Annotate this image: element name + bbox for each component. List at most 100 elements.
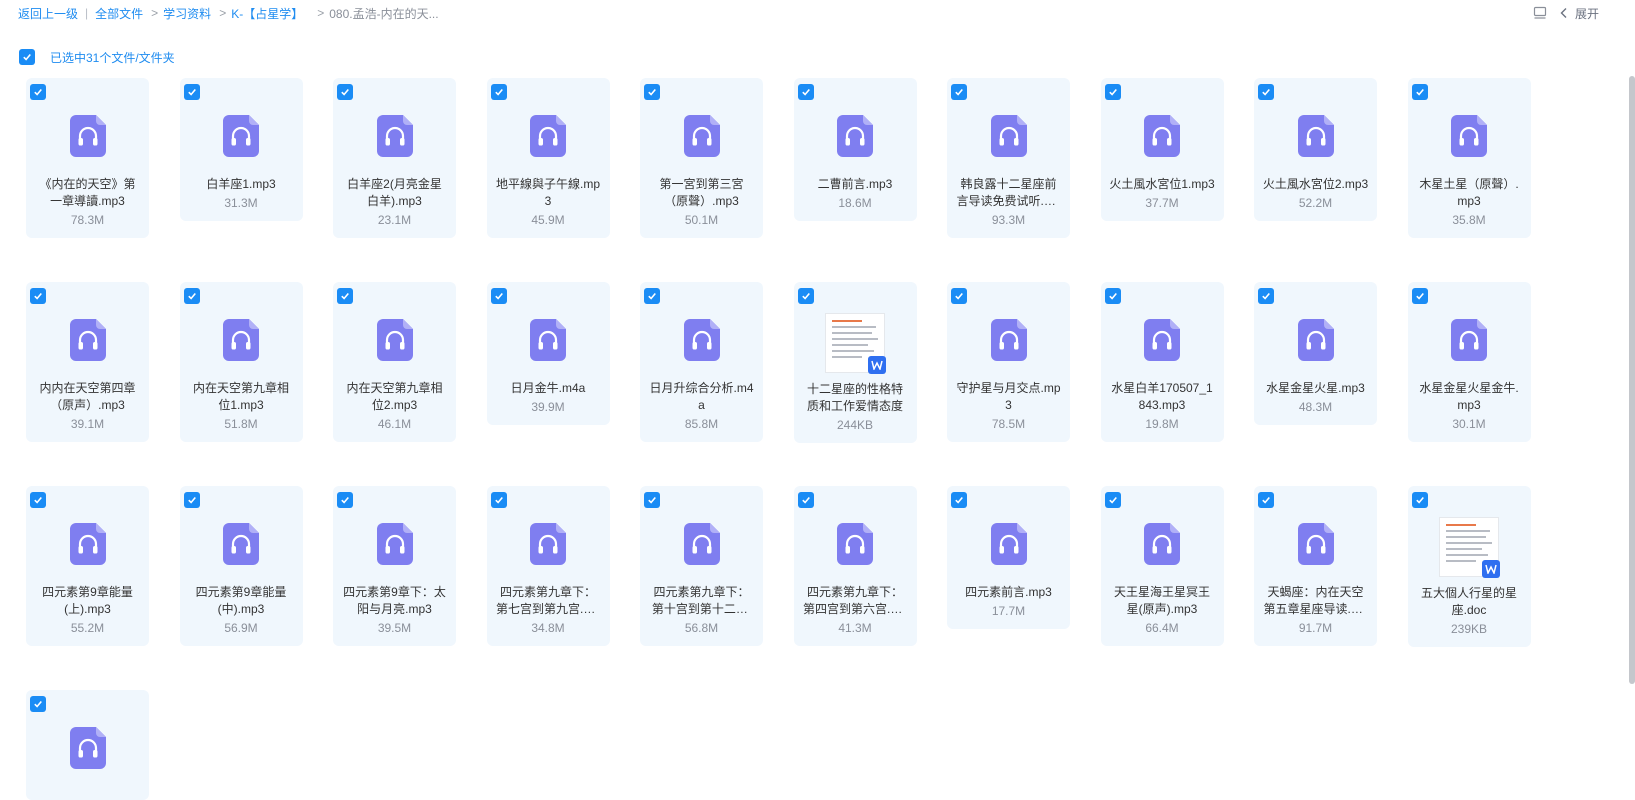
file-card[interactable]: 木星土星（原聲）.mp3 35.8M [1407,78,1531,238]
checkmark-icon [1262,88,1270,96]
file-checkbox[interactable] [644,84,660,100]
file-checkbox[interactable] [337,84,353,100]
file-checkbox[interactable] [490,84,507,100]
file-name: 第一宮到第三宮（原聲）.mp3 [659,177,744,208]
checkmark-icon [494,292,503,300]
file-card[interactable]: 水星金星火星金牛.mp3 30.1M [1407,282,1531,442]
file-checkbox[interactable] [644,492,660,508]
file-checkbox[interactable] [30,84,46,100]
headphones-file-icon [530,523,566,565]
file-card[interactable]: 四元素第9章能量(中).mp3 56.9M [179,486,303,646]
file-card[interactable]: 守护星与月交点.mp3 78.5M [947,282,1070,442]
file-card[interactable]: 韩良露十二星座前言导读免费试听.mp3 93.3M [947,78,1070,238]
file-card[interactable]: 四元素第九章下：第十宫到第十二宫.mp3 56.8M [640,486,763,646]
file-name: 内在天空第九章相位1.mp3 [192,381,289,412]
file-checkbox[interactable] [1258,288,1274,304]
file-checkbox[interactable] [1411,288,1428,304]
file-size: 23.1M [377,213,412,227]
file-name: 韩良露十二星座前言导读免费试听.mp3 [956,177,1061,208]
file-checkbox[interactable] [644,288,660,304]
file-checkbox[interactable] [337,492,353,508]
file-card[interactable]: 天蝎座：内在天空第五章星座导读.mp3 91.7M [1254,486,1377,646]
scrollbar[interactable] [1629,76,1635,684]
file-card[interactable]: 第一宮到第三宮（原聲）.mp3 50.1M [640,78,763,238]
file-checkbox[interactable] [797,492,814,508]
file-checkbox[interactable] [1258,84,1274,100]
file-checkbox[interactable] [30,288,46,304]
headphones-file-icon [69,319,106,361]
file-card[interactable]: 二曹前言.mp3 18.6M [793,78,917,221]
file-size: 39.9M [531,400,565,414]
file-name: 地平線與子午線.mp3 [495,177,600,208]
file-checkbox[interactable] [1258,492,1274,508]
file-name: 水星金星火星金牛.mp3 [1419,381,1519,412]
breadcrumb-item-all-files[interactable]: 全部文件 [95,5,143,22]
checkmark-icon [1262,292,1270,300]
file-card[interactable]: 白羊座1.mp3 31.3M [179,78,303,221]
file-checkbox[interactable] [797,288,814,304]
select-all-checkbox[interactable] [19,49,35,65]
file-card[interactable]: 白羊座2(月亮金星白羊).mp3 23.1M [333,78,456,238]
file-card[interactable]: 火土風水宮位2.mp3 52.2M [1254,78,1377,221]
checkmark-icon [648,496,656,504]
file-card[interactable]: 内在天空第九章相位1.mp3 51.8M [179,282,303,442]
file-checkbox[interactable] [1104,492,1121,508]
file-card[interactable]: 四元素第九章下：第四宫到第六宫.mp3 41.3M [793,486,917,646]
file-size: 39.1M [70,417,105,431]
file-checkbox[interactable] [30,696,46,712]
breadcrumb: 返回上一级 | 全部文件 > 学习资料 > K-【占星学】 > 080.孟浩-内… [0,0,1635,26]
file-card[interactable]: 四元素前言.mp3 17.7M [947,486,1070,629]
headphones-file-icon [1451,115,1487,157]
file-card[interactable]: 日月金牛.m4a 39.9M [486,282,610,425]
file-card[interactable]: 内在天空第九章相位2.mp3 46.1M [333,282,456,442]
file-size: 244KB [836,418,874,432]
file-card[interactable]: 四元素第9章能量(上).mp3 55.2M [26,486,149,646]
file-checkbox[interactable] [1411,84,1428,100]
file-card[interactable]: 水星白羊170507_1843.mp3 19.8M [1100,282,1224,442]
file-name: 火土風水宮位1.mp3 [1109,177,1215,191]
file-checkbox[interactable] [30,492,46,508]
file-checkbox[interactable] [1411,492,1428,508]
file-size: 17.7M [991,604,1026,618]
file-card[interactable]: 地平線與子午線.mp3 45.9M [486,78,610,238]
breadcrumb-back[interactable]: 返回上一级 [18,5,78,22]
file-card[interactable]: 天王星海王星冥王星(原声).mp3 66.4M [1100,486,1224,646]
file-card[interactable]: 十二星座的性格特质和工作爱情态度 244KB [793,282,917,443]
file-card[interactable]: 日月升综合分析.m4a 85.8M [640,282,763,442]
file-card[interactable]: 四元素第9章下：太阳与月亮.mp3 39.5M [333,486,456,646]
checkmark-icon [187,88,196,96]
file-checkbox[interactable] [183,492,200,508]
file-checkbox[interactable] [337,288,353,304]
file-card[interactable]: 水星金星火星.mp3 48.3M [1254,282,1377,425]
file-card[interactable]: 火土風水宮位1.mp3 37.7M [1100,78,1224,221]
breadcrumb-arrow: > [219,6,227,20]
file-card[interactable]: 四元素第九章下：第七宫到第九宫.mp3 34.8M [486,486,610,646]
breadcrumb-item-study[interactable]: 学习资料 [163,5,211,22]
file-card[interactable] [26,690,149,800]
file-checkbox[interactable] [1104,84,1121,100]
word-icon [1482,560,1500,578]
file-checkbox[interactable] [490,492,507,508]
expand-button[interactable]: 展开 [1559,5,1599,22]
file-checkbox[interactable] [490,288,507,304]
file-card[interactable]: 内内在天空第四章（原声）.mp3 39.1M [26,282,149,442]
breadcrumb-current: 080.孟浩-内在的天... [329,6,439,21]
view-toggle-icon[interactable] [1531,4,1549,22]
file-checkbox[interactable] [1104,288,1121,304]
file-card[interactable]: 五大個人行星的星座.doc 239KB [1407,486,1531,647]
file-checkbox[interactable] [951,84,967,100]
checkmark-icon [648,88,656,96]
file-checkbox[interactable] [951,492,967,508]
file-name: 十二星座的性格特质和工作爱情态度 [806,382,903,413]
file-name: 四元素第九章下：第七宫到第九宫.mp3 [495,585,600,616]
checkmark-icon [1415,496,1424,504]
checkmark-icon [34,700,42,708]
breadcrumb-item-astrology[interactable]: K-【占星学】 [231,5,303,22]
file-name: 四元素第9章能量(上).mp3 [42,585,133,616]
file-card[interactable]: 《内在的天空》第一章導讀.mp3 78.3M [26,78,149,238]
file-checkbox[interactable] [951,288,967,304]
file-checkbox[interactable] [797,84,814,100]
breadcrumb-separator: | [85,6,89,20]
file-checkbox[interactable] [183,288,200,304]
file-checkbox[interactable] [183,84,200,100]
